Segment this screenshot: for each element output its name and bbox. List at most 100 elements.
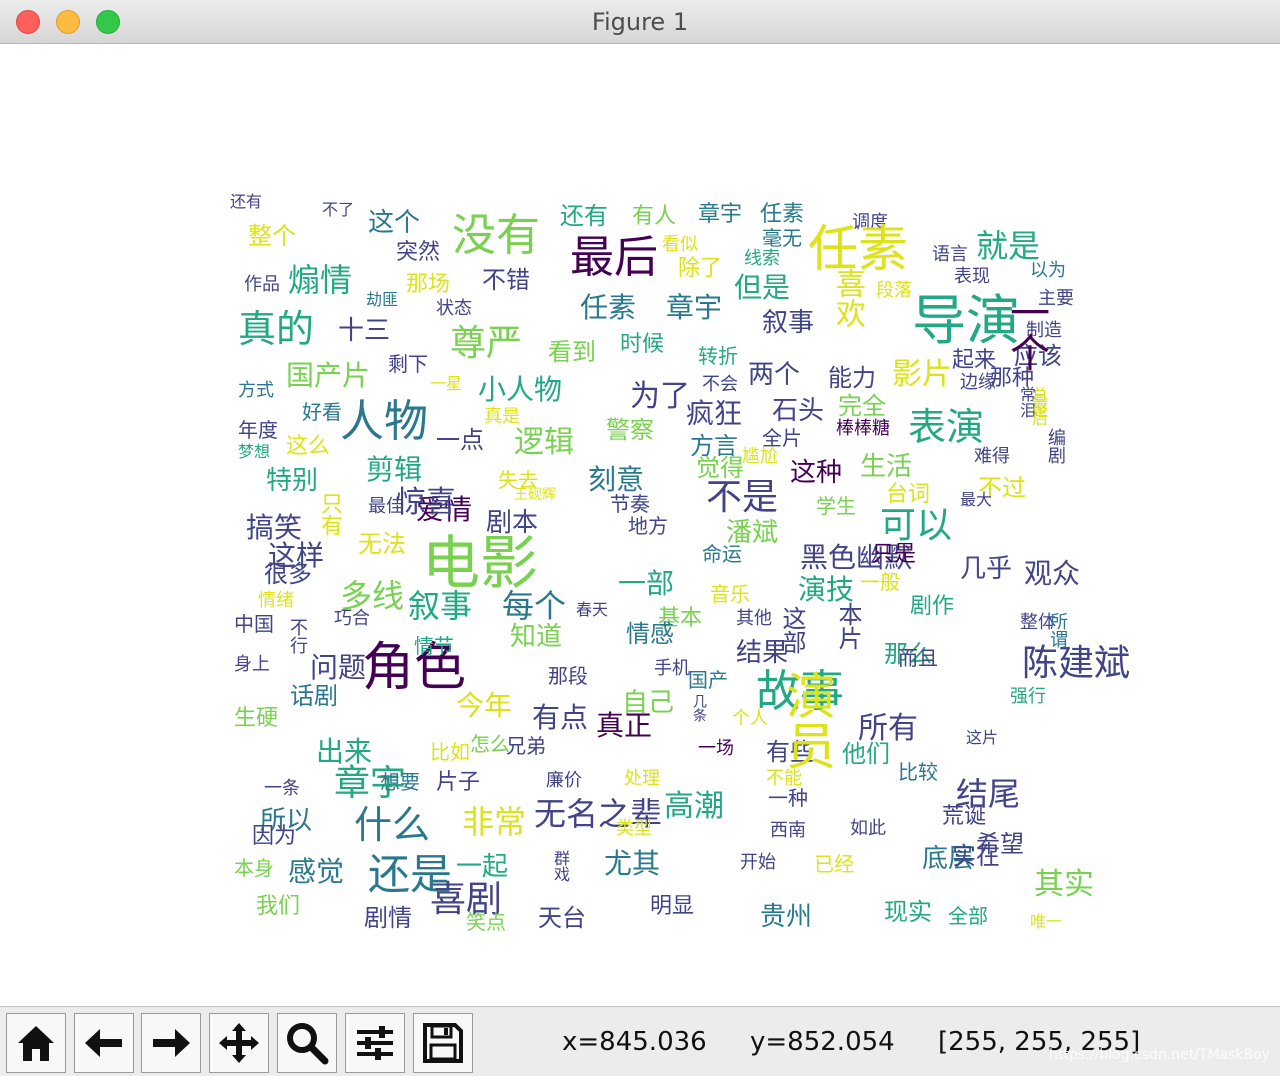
word-cloud-word: 段落 <box>876 280 912 301</box>
word-cloud-word: 时候 <box>620 332 665 357</box>
configure-subplots-icon <box>357 1026 393 1060</box>
word-cloud-word: 最大 <box>960 490 993 509</box>
word-cloud-word: 只有 <box>317 492 342 536</box>
word-cloud-word: 天台 <box>538 904 586 932</box>
window-titlebar: Figure 1 <box>0 0 1280 44</box>
word-cloud-word: 编剧 <box>1045 428 1066 464</box>
word-cloud-word: 真正 <box>596 709 653 742</box>
word-cloud-word: 看似 <box>662 234 698 255</box>
word-cloud-word: 本身 <box>234 856 274 880</box>
word-cloud-word: 非常 <box>462 803 527 841</box>
word-cloud-word: 这片 <box>966 728 999 747</box>
word-cloud-word: 一点 <box>436 426 484 454</box>
word-cloud-word: 小人物 <box>478 373 563 406</box>
word-cloud-word: 一条 <box>264 778 300 799</box>
word-cloud-word: 国产 <box>688 668 728 692</box>
word-cloud-word: 一般 <box>860 570 900 594</box>
word-cloud-word: 还有 <box>230 192 263 211</box>
word-cloud-word: 其他 <box>736 608 772 629</box>
word-cloud-word: 人物 <box>340 396 428 447</box>
word-cloud-word: 手机 <box>654 658 690 679</box>
word-cloud-word: 搞笑 <box>246 511 303 544</box>
configure-subplots-button[interactable] <box>345 1013 405 1073</box>
figure-canvas[interactable]: 不了 这个 还有 有人 章宇 任素 调度 整个 没有 看似 毫无 任素 语言 就是 突然 最后 除了 线索 作品 煽情… <box>0 44 1280 1006</box>
word-cloud-word: 难得 <box>974 446 1010 467</box>
word-cloud-word: 学生 <box>816 494 856 518</box>
word-cloud-word: 章宇 <box>698 202 743 227</box>
word-cloud-word: 几条 <box>691 694 707 722</box>
word-cloud-word: 还有 <box>560 202 608 230</box>
word-cloud-word: 话剧 <box>290 682 338 710</box>
word-cloud-word: 十三 <box>338 316 391 346</box>
word-cloud-word: 语言 <box>932 244 968 265</box>
word-cloud-word: 剪辑 <box>366 453 423 486</box>
word-cloud-word: 观众 <box>1024 557 1081 590</box>
word-cloud-word: 地方 <box>628 514 668 538</box>
word-cloud-word: 问题 <box>310 651 367 684</box>
word-cloud-word: 惊喜 <box>396 485 456 520</box>
word-cloud-word: 这种 <box>790 458 843 488</box>
word-cloud-word: 表现 <box>954 266 990 287</box>
word-cloud-word: 喜欢 <box>830 268 865 328</box>
word-cloud-word: 劫匪 <box>366 290 399 309</box>
home-button[interactable] <box>6 1013 66 1073</box>
word-cloud-word: 剧情 <box>364 904 412 932</box>
word-cloud-word: 尤其 <box>604 847 661 880</box>
word-cloud-word: 今年 <box>456 689 513 722</box>
word-cloud-word: 知道 <box>510 622 563 652</box>
save-button[interactable] <box>413 1013 473 1073</box>
word-cloud-word: 全片 <box>762 426 802 450</box>
word-cloud-word: 生硬 <box>234 706 279 731</box>
word-cloud-word: 最后 <box>570 232 658 283</box>
word-cloud-word: 整个 <box>248 222 296 250</box>
word-cloud-word: 一个 <box>1003 292 1049 372</box>
word-cloud-word: 突然 <box>396 240 441 265</box>
cursor-y-readout: y=852.054 <box>750 1027 895 1057</box>
word-cloud-word: 石头 <box>772 396 825 426</box>
word-cloud-word: 现实 <box>884 898 932 926</box>
word-cloud-word: 有人 <box>632 204 677 229</box>
word-cloud-word: 处理 <box>624 768 660 789</box>
word-cloud-word: 全部 <box>948 904 988 928</box>
pan-button[interactable] <box>209 1013 269 1073</box>
forward-arrow-icon <box>153 1029 190 1057</box>
word-cloud-word: 任素 <box>760 202 805 227</box>
word-cloud-word: 最后 <box>1029 394 1048 426</box>
word-cloud-word: 个人 <box>732 708 768 729</box>
word-cloud-word: 廉价 <box>546 770 582 791</box>
word-cloud-word: 情绪 <box>258 590 294 611</box>
word-cloud-word: 我们 <box>256 894 301 919</box>
word-cloud-word: 这个 <box>368 208 421 238</box>
word-cloud-word: 几乎 <box>960 554 1013 584</box>
word-cloud-word: 看到 <box>548 338 596 366</box>
word-cloud-word: 不会 <box>702 374 738 395</box>
word-cloud-word: 如此 <box>850 818 886 839</box>
word-cloud-word: 演技 <box>798 573 855 606</box>
back-arrow-icon <box>85 1029 122 1057</box>
word-cloud-word: 唯一 <box>1030 912 1063 931</box>
word-cloud-word: 章宇 <box>666 291 723 324</box>
word-cloud-word: 命运 <box>702 542 742 566</box>
zoom-button[interactable] <box>277 1013 337 1073</box>
word-cloud-word: 贵州 <box>760 902 813 932</box>
word-cloud-word: 影片 <box>892 357 952 392</box>
word-cloud-word: 那场 <box>406 272 451 297</box>
word-cloud-word: 但是 <box>734 271 791 304</box>
word-cloud-word: 一场 <box>698 738 734 759</box>
word-cloud-word: 陈建斌 <box>1022 643 1131 684</box>
word-cloud-word: 叙事 <box>762 308 815 338</box>
word-cloud-word: 其实 <box>1034 867 1094 902</box>
word-cloud-word: 转折 <box>698 344 738 368</box>
word-cloud-word: 情感 <box>626 620 674 648</box>
back-button[interactable] <box>74 1013 134 1073</box>
window-title: Figure 1 <box>591 8 689 36</box>
word-cloud-word: 作品 <box>244 274 280 295</box>
word-cloud-word: 巧合 <box>334 608 370 629</box>
word-cloud-word: 特别 <box>266 466 319 496</box>
word-cloud-word: 完全 <box>838 392 886 420</box>
word-cloud-word: 演员 <box>778 670 836 770</box>
word-cloud-word: 节奏 <box>610 492 650 516</box>
forward-button[interactable] <box>141 1013 201 1073</box>
word-cloud-word: 春天 <box>576 600 609 619</box>
word-cloud-word: 所谓 <box>1047 612 1068 648</box>
